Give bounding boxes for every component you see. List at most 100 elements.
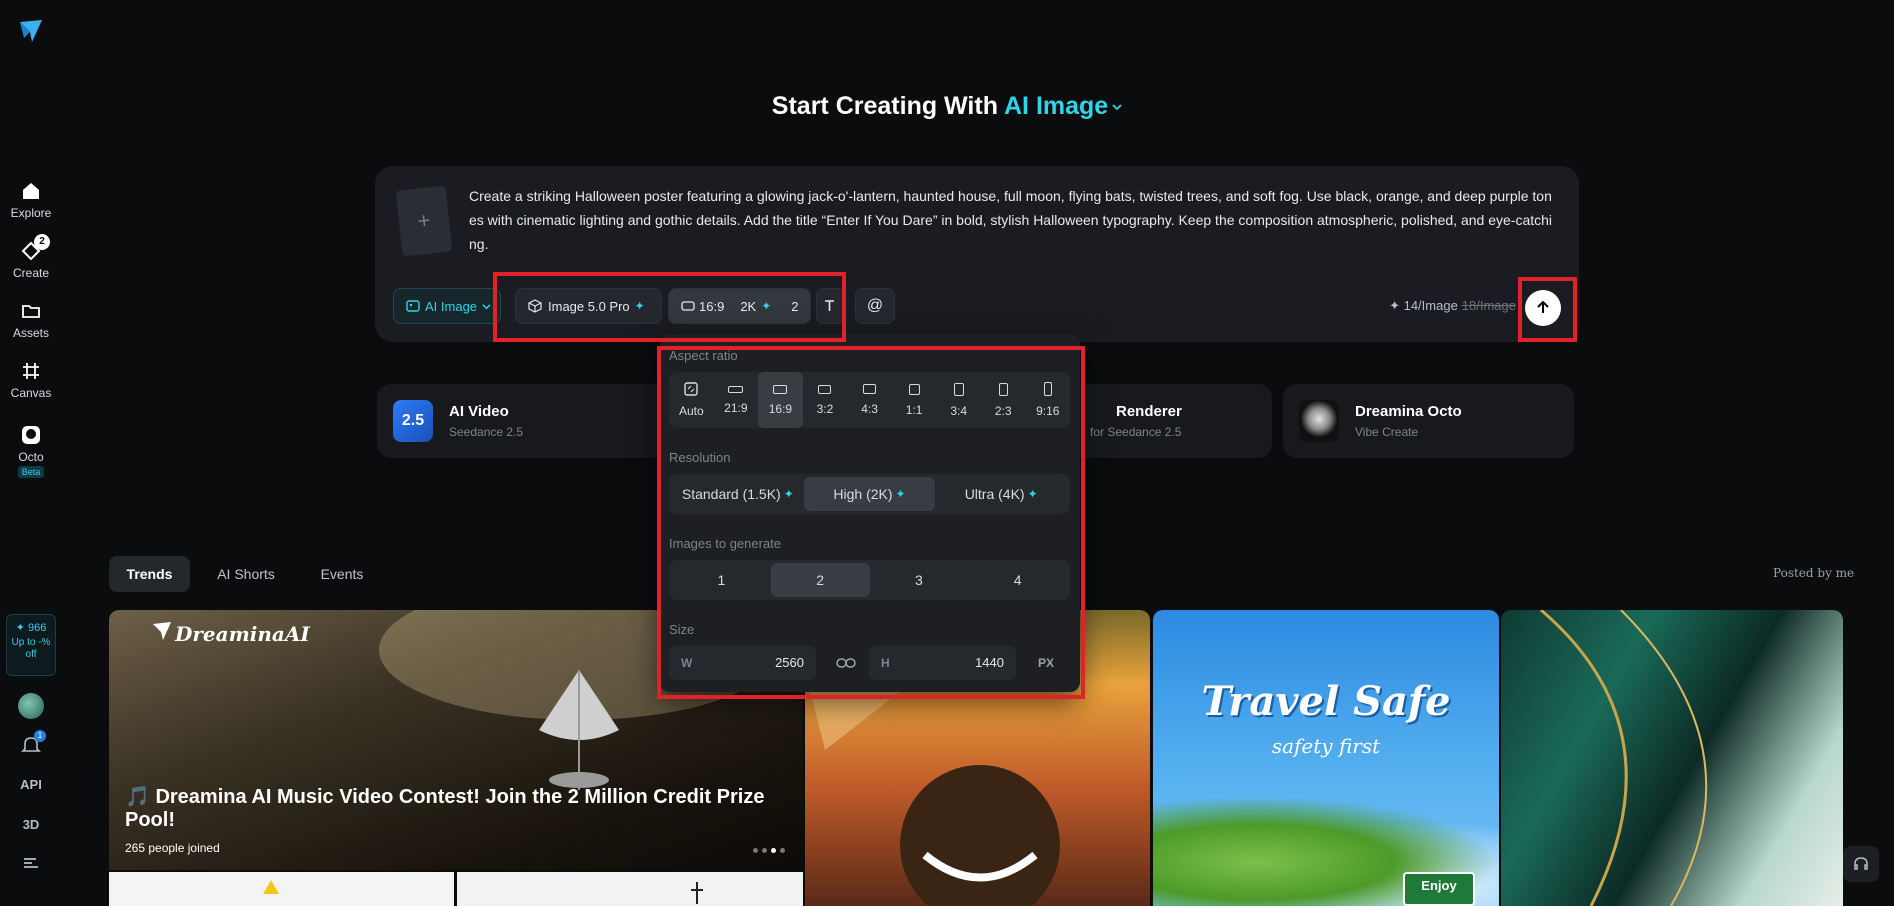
- ratio-option-label: 3:4: [950, 403, 967, 418]
- images-count-heading: Images to generate: [669, 536, 782, 551]
- sidebar-item-label: Octo: [18, 450, 44, 464]
- prompt-input[interactable]: Create a striking Halloween poster featu…: [469, 184, 1559, 256]
- sidebar-item-label: Create: [12, 266, 50, 280]
- carousel-dots[interactable]: [753, 848, 785, 853]
- gallery-card-subtitle: safety first: [1271, 734, 1381, 758]
- arrow-up-icon: [1537, 300, 1549, 313]
- menu-icon[interactable]: [22, 856, 40, 870]
- credits-badge[interactable]: ✦ 966 Up to -% off: [6, 614, 56, 676]
- page-title: Start Creating With AI Image: [0, 92, 1894, 121]
- mode-select-button[interactable]: AI Image: [393, 288, 501, 324]
- generate-button[interactable]: [1525, 290, 1561, 326]
- sidebar-item-octo[interactable]: Octo Beta: [0, 424, 62, 478]
- cost-label: ✦ 14/Image 18/Image: [1389, 298, 1516, 313]
- ai-video-thumb: 2.5: [393, 400, 433, 442]
- sidebar-item-explore[interactable]: Explore: [0, 180, 62, 220]
- feature-subtitle: Vibe Create: [1355, 425, 1419, 439]
- count-option-3[interactable]: 3: [870, 563, 969, 597]
- count-option-1[interactable]: 1: [672, 563, 771, 597]
- ratio-icon: [681, 301, 695, 311]
- notifications-button[interactable]: 1: [20, 730, 46, 756]
- ratio-option-3-2[interactable]: 3:2: [803, 372, 848, 428]
- page-title-prefix: Start Creating With: [771, 92, 998, 120]
- posted-by-filter[interactable]: Posted by me: [1773, 566, 1854, 580]
- upload-reference-button[interactable]: +: [395, 185, 453, 257]
- ratio-shape-icon: [1043, 382, 1052, 396]
- dreamina-logo-icon[interactable]: [18, 18, 44, 44]
- three-d-link[interactable]: 3D: [0, 817, 62, 832]
- resolution-option-label: Standard (1.5K): [681, 486, 781, 502]
- ratio-option-label: 9:16: [1036, 404, 1060, 418]
- feature-title: AI Video: [449, 403, 509, 420]
- count-label: 2: [791, 298, 799, 314]
- model-select-button[interactable]: Image 5.0 Pro ✦: [515, 288, 662, 324]
- resolution-option-label: Ultra (4K): [964, 486, 1025, 502]
- ratio-option-9-16[interactable]: 9:16: [1026, 372, 1071, 428]
- ratio-option-4-3[interactable]: 4:3: [847, 372, 892, 428]
- count-option-2[interactable]: 2: [770, 563, 870, 597]
- ratio-shape-icon: [953, 382, 964, 396]
- hero-brand: DreaminaAI: [175, 622, 310, 646]
- sidebar-item-assets[interactable]: Assets: [0, 300, 62, 340]
- ratio-label: 16:9: [699, 298, 725, 314]
- support-button[interactable]: [1843, 846, 1879, 882]
- count-option-4[interactable]: 4: [968, 563, 1067, 597]
- height-value: 1440: [975, 655, 1004, 670]
- mode-switcher[interactable]: AI Image: [1004, 92, 1122, 120]
- ratio-option-3-4[interactable]: 3:4: [936, 372, 981, 428]
- height-input[interactable]: H 1440: [869, 646, 1016, 680]
- api-link[interactable]: API: [0, 777, 62, 792]
- ratio-option-16-9[interactable]: 16:9: [758, 372, 803, 428]
- avatar[interactable]: [18, 693, 44, 719]
- gallery-image: [263, 880, 279, 894]
- gallery-card[interactable]: [1501, 610, 1843, 906]
- sidebar-item-label: Canvas: [10, 386, 52, 400]
- resolution-option-standard[interactable]: Standard (1.5K) ✦: [672, 477, 804, 511]
- width-input[interactable]: W 2560: [669, 646, 816, 680]
- image-icon: [406, 300, 420, 312]
- images-count-selector: 1 2 3 4: [669, 560, 1070, 600]
- resolution-option-high[interactable]: High (2K) ✦: [803, 477, 936, 511]
- ratio-option-label: 4:3: [861, 402, 878, 416]
- feature-title: Renderer: [1116, 403, 1182, 420]
- ratio-shape-icon: [818, 384, 832, 394]
- feature-card-octo[interactable]: Dreamina Octo Vibe Create: [1283, 384, 1574, 458]
- ratio-option-auto[interactable]: Auto: [669, 372, 714, 428]
- credits-promo: Up to -% off: [11, 637, 51, 660]
- credits-amount: ✦ 966: [15, 622, 47, 634]
- sidebar-item-label: Explore: [10, 206, 52, 220]
- size-unit: PX: [1038, 656, 1055, 670]
- notification-count: 1: [34, 730, 46, 742]
- gallery-card[interactable]: [457, 872, 803, 906]
- mention-button[interactable]: @: [855, 288, 895, 324]
- ratio-option-label: Auto: [678, 404, 704, 418]
- ratio-settings-button[interactable]: 16:9 2K ✦ 2: [668, 288, 811, 324]
- sidebar-item-canvas[interactable]: Canvas: [0, 360, 62, 400]
- octo-icon: [22, 426, 40, 444]
- ratio-option-21-9[interactable]: 21:9: [714, 372, 759, 428]
- ratio-option-2-3[interactable]: 2:3: [981, 372, 1026, 428]
- resolution-option-ultra[interactable]: Ultra (4K) ✦: [935, 477, 1067, 511]
- tab-events[interactable]: Events: [302, 556, 382, 592]
- gallery-card[interactable]: Travel Safe safety first Enjoy: [1153, 610, 1499, 906]
- beta-badge: Beta: [17, 466, 45, 478]
- gallery-card[interactable]: [109, 872, 454, 906]
- sidebar-item-create[interactable]: 2 Create: [0, 234, 62, 280]
- tab-trends[interactable]: Trends: [109, 556, 190, 592]
- resolution-selector: Standard (1.5K) ✦ High (2K) ✦ Ultra (4K) ✦: [669, 474, 1070, 514]
- feature-card-ai-video[interactable]: 2.5 AI Video Seedance 2.5: [377, 384, 697, 458]
- auto-ratio-icon: [684, 382, 698, 396]
- ratio-option-1-1[interactable]: 1:1: [892, 372, 937, 428]
- text-style-button[interactable]: [816, 288, 846, 324]
- chevron-down-icon: [482, 303, 491, 309]
- tab-ai-shorts[interactable]: AI Shorts: [200, 556, 292, 592]
- ratio-shape-icon: [908, 383, 920, 395]
- link-icon[interactable]: [836, 655, 856, 671]
- octo-thumb: [1299, 400, 1339, 442]
- gallery-card-sign: Enjoy: [1403, 872, 1475, 906]
- sparkle-icon: ✦: [634, 299, 645, 313]
- sidebar: Explore 2 Create Assets Canvas Octo Beta…: [0, 0, 62, 906]
- cost-original: 18/Image: [1461, 298, 1516, 313]
- sparkle-icon: ✦: [783, 487, 794, 501]
- resolution-heading: Resolution: [669, 450, 731, 465]
